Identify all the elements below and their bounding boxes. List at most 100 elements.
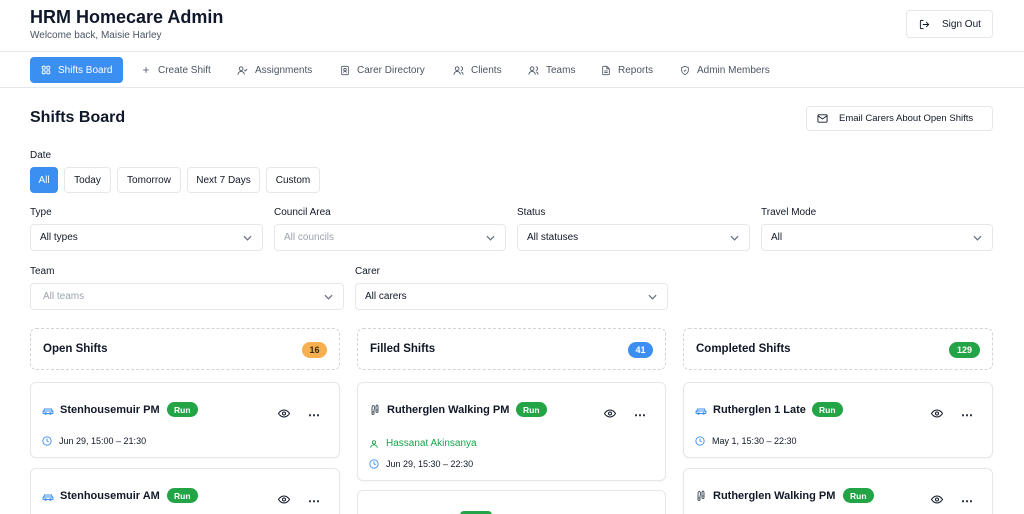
user-check-icon xyxy=(237,65,248,75)
filled-shifts-count-badge: 41 xyxy=(628,342,653,358)
council-select-placeholder: All councils xyxy=(284,232,335,243)
more-options-icon[interactable]: ⋯ xyxy=(961,408,973,422)
more-options-icon[interactable]: ⋯ xyxy=(634,408,646,422)
tab-label: Carer Directory xyxy=(357,64,425,76)
travel-mode-filter-label: Travel Mode xyxy=(761,207,817,218)
tab-admin-members[interactable]: Admin Members xyxy=(680,57,770,83)
sign-out-button[interactable]: Sign Out xyxy=(906,10,993,38)
carer-select-value: All carers xyxy=(365,291,407,302)
column-title: Filled Shifts xyxy=(370,343,436,355)
sign-out-icon xyxy=(919,19,930,29)
council-filter-label: Council Area xyxy=(274,207,331,218)
date-option-all[interactable]: All xyxy=(30,167,58,193)
car-icon xyxy=(695,408,707,415)
eye-icon[interactable] xyxy=(931,409,943,418)
shift-card[interactable]: Stenhousemuir AM Run ⋯ xyxy=(30,468,340,514)
app-title: HRM Homecare Admin xyxy=(30,7,224,27)
eye-icon[interactable] xyxy=(931,495,943,504)
tab-label: Shifts Board xyxy=(58,64,113,76)
shift-name: Rutherglen 1 Late xyxy=(713,404,806,416)
shift-time-text: Jun 29, 15:00 – 21:30 xyxy=(59,436,147,446)
chevron-down-icon xyxy=(243,235,252,241)
car-icon xyxy=(42,408,54,415)
chevron-down-icon xyxy=(973,235,982,241)
assigned-carer: Hassanat Akinsanya xyxy=(369,438,477,449)
tab-label: Clients xyxy=(471,64,502,76)
type-select[interactable]: All types xyxy=(30,224,263,251)
users-icon xyxy=(453,65,464,75)
shift-card[interactable] xyxy=(357,490,666,514)
clock-icon xyxy=(42,436,52,446)
eye-icon[interactable] xyxy=(278,495,290,504)
status-select-value: All statuses xyxy=(527,232,579,243)
tab-label: Assignments xyxy=(255,64,313,76)
run-badge: Run xyxy=(167,488,198,503)
eye-icon[interactable] xyxy=(604,409,616,418)
run-badge: Run xyxy=(167,402,198,417)
column-title: Open Shifts xyxy=(43,343,108,355)
shift-name: Stenhousemuir PM xyxy=(60,404,160,416)
chevron-down-icon xyxy=(730,235,739,241)
carer-select[interactable]: All carers xyxy=(355,283,668,310)
shift-name: Stenhousemuir AM xyxy=(60,490,160,502)
shift-card[interactable]: Rutherglen Walking PM Run ⋯ Hassanat Aki… xyxy=(357,382,666,481)
team-select-placeholder: All teams xyxy=(43,291,85,302)
completed-shifts-count-badge: 129 xyxy=(949,342,980,358)
tab-create-shift[interactable]: Create Shift xyxy=(141,57,211,83)
chevron-down-icon xyxy=(486,235,495,241)
status-filter-label: Status xyxy=(517,207,546,218)
shift-card[interactable]: Stenhousemuir PM Run ⋯ Jun 29, 15:00 – 2… xyxy=(30,382,340,458)
shield-icon xyxy=(681,65,689,75)
tab-carer-directory[interactable]: Carer Directory xyxy=(340,57,425,83)
team-filter-label: Team xyxy=(30,266,55,277)
clock-icon xyxy=(695,436,705,446)
more-options-icon[interactable]: ⋯ xyxy=(961,494,973,508)
tab-clients[interactable]: Clients xyxy=(453,57,502,83)
tab-reports[interactable]: Reports xyxy=(601,57,653,83)
date-option-tomorrow[interactable]: Tomorrow xyxy=(117,167,181,193)
team-select[interactable]: All teams xyxy=(30,283,344,310)
sign-out-label: Sign Out xyxy=(942,18,981,30)
shift-time-text: Jun 29, 15:30 – 22:30 xyxy=(386,459,474,469)
travel-mode-select[interactable]: All xyxy=(761,224,993,251)
open-shifts-column-header: Open Shifts 16 xyxy=(30,328,340,370)
date-option-next-7-days[interactable]: Next 7 Days xyxy=(187,167,260,193)
more-options-icon[interactable]: ⋯ xyxy=(308,494,320,508)
tab-shifts-board[interactable]: Shifts Board xyxy=(30,57,124,83)
clock-icon xyxy=(369,459,379,469)
council-select[interactable]: All councils xyxy=(274,224,506,251)
tab-teams[interactable]: Teams xyxy=(528,57,575,83)
date-option-today[interactable]: Today xyxy=(64,167,111,193)
app-header: HRM Homecare Admin Welcome back, Maisie … xyxy=(0,0,1024,52)
shift-time: Jun 29, 15:00 – 21:30 xyxy=(42,436,146,446)
run-badge: Run xyxy=(516,402,547,417)
shift-card[interactable]: Rutherglen Walking PM Run ⋯ xyxy=(683,468,993,514)
tab-label: Teams xyxy=(546,64,576,76)
car-icon xyxy=(42,494,54,501)
document-icon xyxy=(602,65,610,75)
contact-card-icon xyxy=(341,65,349,75)
chevron-down-icon xyxy=(324,294,333,300)
column-title: Completed Shifts xyxy=(696,343,791,355)
email-carers-button[interactable]: Email Carers About Open Shifts xyxy=(806,106,993,131)
type-filter-label: Type xyxy=(30,207,52,218)
tab-label: Reports xyxy=(618,64,654,76)
date-option-custom[interactable]: Custom xyxy=(266,167,320,193)
date-filter-label: Date xyxy=(30,150,52,161)
shift-time: Jun 29, 15:30 – 22:30 xyxy=(369,459,473,469)
run-badge: Run xyxy=(812,402,843,417)
carer-name: Hassanat Akinsanya xyxy=(386,438,477,449)
tab-label: Create Shift xyxy=(158,64,211,76)
status-select[interactable]: All statuses xyxy=(517,224,750,251)
tab-assignments[interactable]: Assignments xyxy=(237,57,312,83)
shift-card[interactable]: Rutherglen 1 Late Run ⋯ May 1, 15:30 – 2… xyxy=(683,382,993,458)
eye-icon[interactable] xyxy=(278,409,290,418)
open-shifts-count-badge: 16 xyxy=(302,342,327,358)
carer-filter-label: Carer xyxy=(355,266,381,277)
page-title: Shifts Board xyxy=(30,109,126,126)
footprints-icon xyxy=(371,404,379,415)
main-nav: Shifts Board Create Shift Assignments Ca… xyxy=(0,52,1024,88)
more-options-icon[interactable]: ⋯ xyxy=(308,408,320,422)
users-icon xyxy=(528,65,539,75)
tab-label: Admin Members xyxy=(697,64,770,76)
